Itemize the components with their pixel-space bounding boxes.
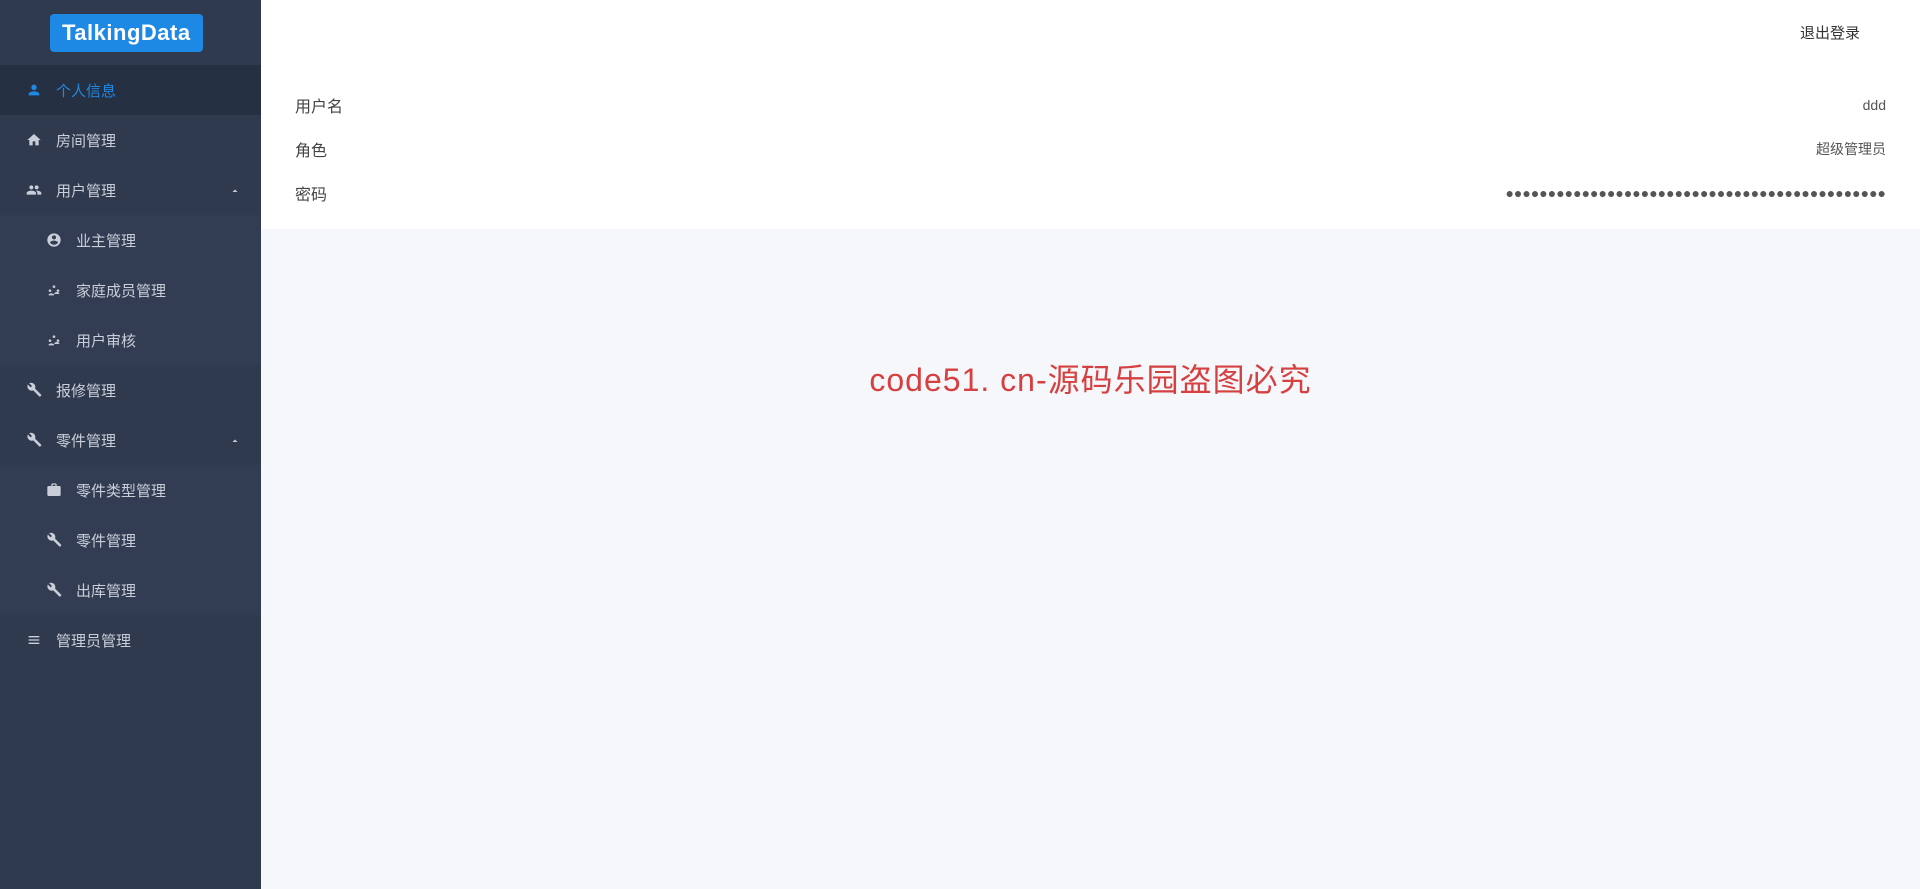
- sidebar-item-family-mgmt[interactable]: 家庭成员管理: [0, 265, 261, 315]
- password-label: 密码: [295, 181, 327, 205]
- sidebar-item-label: 用户审核: [76, 330, 241, 351]
- sidebar-item-label: 业主管理: [76, 230, 241, 251]
- sidebar-item-admin[interactable]: 管理员管理: [0, 615, 261, 665]
- main-area: 退出登录 用户名 ddd 角色 超级管理员 密码 ●●●●●●●●●●●●●●●…: [261, 0, 1920, 889]
- sidebar-nav: 个人信息 房间管理 用户管理 业主管理 家庭成员管理 用户审核: [0, 65, 261, 889]
- chevron-up-icon: [229, 434, 241, 446]
- password-value: ●●●●●●●●●●●●●●●●●●●●●●●●●●●●●●●●●●●●●●●●…: [1505, 185, 1886, 201]
- users-icon: [24, 180, 44, 200]
- role-label: 角色: [295, 137, 327, 161]
- sidebar-item-user-audit[interactable]: 用户审核: [0, 315, 261, 365]
- profile-card: 用户名 ddd 角色 超级管理员 密码 ●●●●●●●●●●●●●●●●●●●●…: [261, 65, 1920, 229]
- sidebar: TalkingData 个人信息 房间管理 用户管理 业主管理: [0, 0, 261, 889]
- profile-row-role: 角色 超级管理员: [295, 127, 1886, 171]
- sidebar-item-label: 零件类型管理: [76, 480, 241, 501]
- sidebar-item-part-mgmt[interactable]: 零件管理: [0, 515, 261, 565]
- sidebar-item-label: 个人信息: [56, 80, 241, 101]
- profile-row-password: 密码 ●●●●●●●●●●●●●●●●●●●●●●●●●●●●●●●●●●●●●…: [295, 171, 1886, 215]
- sidebar-item-label: 用户管理: [56, 180, 229, 201]
- briefcase-icon: [44, 480, 64, 500]
- sidebar-item-label: 报修管理: [56, 380, 241, 401]
- tools-icon: [24, 380, 44, 400]
- logo: TalkingData: [50, 14, 203, 52]
- role-value: 超级管理员: [1816, 139, 1886, 159]
- sidebar-item-room[interactable]: 房间管理: [0, 115, 261, 165]
- admin-icon: [24, 630, 44, 650]
- sidebar-item-repair[interactable]: 报修管理: [0, 365, 261, 415]
- wrench-out-icon: [44, 580, 64, 600]
- person-icon: [24, 80, 44, 100]
- home-icon: [24, 130, 44, 150]
- sidebar-item-profile[interactable]: 个人信息: [0, 65, 261, 115]
- group-icon: [44, 280, 64, 300]
- sidebar-item-label: 出库管理: [76, 580, 241, 601]
- username-value: ddd: [1863, 97, 1886, 113]
- topbar: 退出登录: [261, 0, 1920, 65]
- watermark-text: code51. cn-源码乐园盗图必究: [869, 355, 1311, 401]
- logo-area: TalkingData: [0, 0, 261, 65]
- logout-link[interactable]: 退出登录: [1800, 22, 1860, 43]
- profile-row-username: 用户名 ddd: [295, 83, 1886, 127]
- wrench-icon: [24, 430, 44, 450]
- account-circle-icon: [44, 230, 64, 250]
- sidebar-item-label: 管理员管理: [56, 630, 241, 651]
- sidebar-item-label: 零件管理: [76, 530, 241, 551]
- verified-user-icon: [44, 330, 64, 350]
- sidebar-item-label: 零件管理: [56, 430, 229, 451]
- username-label: 用户名: [295, 93, 343, 117]
- sidebar-item-owner-mgmt[interactable]: 业主管理: [0, 215, 261, 265]
- content: 用户名 ddd 角色 超级管理员 密码 ●●●●●●●●●●●●●●●●●●●●…: [261, 65, 1920, 889]
- sidebar-item-outbound[interactable]: 出库管理: [0, 565, 261, 615]
- sidebar-item-user-mgmt[interactable]: 用户管理: [0, 165, 261, 215]
- chevron-up-icon: [229, 184, 241, 196]
- wrench-small-icon: [44, 530, 64, 550]
- sidebar-item-label: 房间管理: [56, 130, 241, 151]
- sidebar-item-part-type[interactable]: 零件类型管理: [0, 465, 261, 515]
- sidebar-item-parts[interactable]: 零件管理: [0, 415, 261, 465]
- sidebar-item-label: 家庭成员管理: [76, 280, 241, 301]
